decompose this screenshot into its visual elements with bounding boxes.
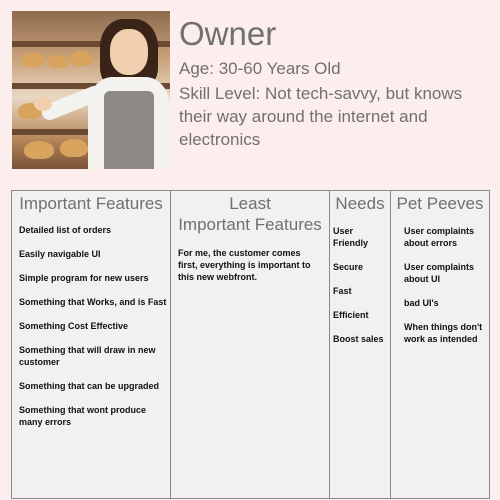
list-item: Something that can be upgraded	[19, 381, 160, 391]
list-item: Something that Works, and is Fast	[19, 297, 167, 307]
list-item: bad UI's	[404, 298, 439, 308]
least-important-list: For me, the customer comes first, everyt…	[171, 235, 329, 283]
list-item: Fast	[333, 286, 352, 296]
list-item: Easily navigable UI	[19, 249, 101, 259]
list-item: Secure	[333, 262, 364, 272]
important-features-column: Important Features Detailed list of orde…	[12, 191, 171, 498]
pet-peeves-header: Pet Peeves	[396, 194, 484, 213]
least-important-header-line2: Important Features	[178, 215, 322, 234]
list-item: User complaints about errors	[404, 226, 475, 248]
least-important-header-line1: Least	[229, 194, 271, 213]
least-important-column: Least Important Features For me, the cus…	[171, 191, 330, 498]
list-item: User Friendly	[333, 226, 369, 248]
list-item: Detailed list of orders	[19, 225, 112, 235]
list-item: Something that wont produce many errors	[19, 405, 146, 427]
list-item: For me, the customer comes first, everyt…	[178, 248, 311, 282]
persona-skill: Skill Level: Not tech-savvy, but knows t…	[179, 84, 463, 149]
least-important-header: Least Important Features	[171, 191, 329, 235]
persona-age: Age: 30-60 Years Old	[179, 59, 341, 78]
persona-header: Owner Age: 30-60 Years Old Skill Level: …	[179, 14, 499, 151]
list-item: When things don't work as intended	[404, 322, 483, 344]
pet-peeves-list: User complaints about errors User compla…	[391, 214, 489, 345]
list-item: Something Cost Effective	[19, 321, 129, 331]
persona-photo	[12, 11, 170, 169]
needs-header: Needs	[335, 194, 385, 213]
important-features-header: Important Features	[19, 194, 163, 213]
pet-peeves-column: Pet Peeves User complaints about errors …	[391, 191, 489, 498]
persona-table: Important Features Detailed list of orde…	[11, 190, 490, 499]
list-item: Something that will draw in new customer	[19, 345, 156, 367]
important-features-list: Detailed list of orders Easily navigable…	[12, 214, 170, 428]
list-item: User complaints about UI	[404, 262, 475, 284]
list-item: Simple program for new users	[19, 273, 149, 283]
persona-title: Owner	[179, 15, 277, 52]
list-item: Boost sales	[333, 334, 384, 344]
needs-list: User Friendly Secure Fast Efficient Boos…	[330, 214, 390, 345]
needs-column: Needs User Friendly Secure Fast Efficien…	[330, 191, 391, 498]
list-item: Efficient	[333, 310, 369, 320]
